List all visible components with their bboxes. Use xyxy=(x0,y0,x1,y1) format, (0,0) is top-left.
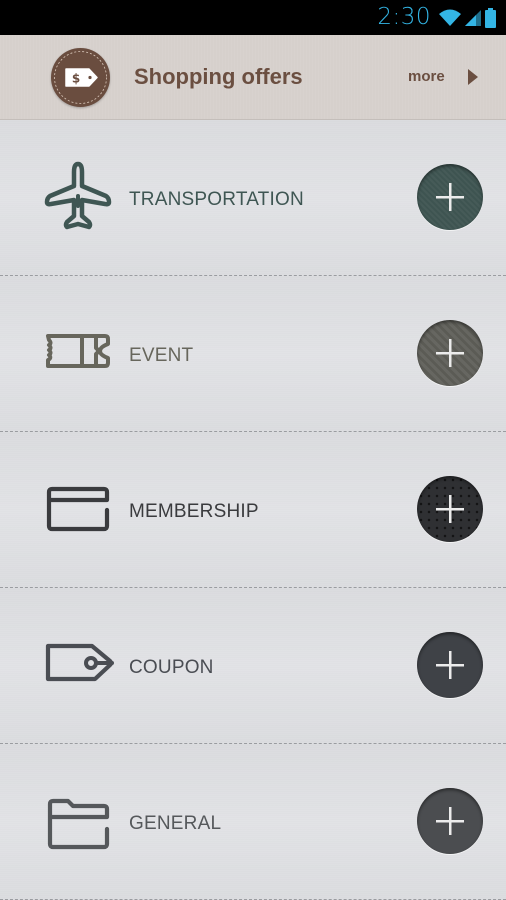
card-icon xyxy=(44,470,114,546)
coupon-tag-icon xyxy=(44,626,114,702)
category-row-event[interactable]: EVENT xyxy=(0,276,506,432)
more-link[interactable]: more xyxy=(408,67,445,87)
chevron-right-icon[interactable] xyxy=(468,69,478,85)
signal-icon xyxy=(465,9,481,27)
plus-icon xyxy=(436,651,464,679)
offers-title: Shopping offers xyxy=(134,64,303,89)
shopping-offers-bar[interactable]: $ Shopping offers more xyxy=(0,35,506,120)
category-label: EVENT xyxy=(129,345,194,366)
folder-icon xyxy=(44,782,114,858)
plus-icon xyxy=(436,807,464,835)
plus-icon xyxy=(436,183,464,211)
category-label: MEMBERSHIP xyxy=(129,501,259,522)
category-row-general[interactable]: GENERAL xyxy=(0,744,506,900)
svg-text:$: $ xyxy=(72,72,80,86)
plus-icon xyxy=(436,339,464,367)
status-bar: 2:30 xyxy=(0,0,506,35)
status-time: 2:30 xyxy=(377,4,431,30)
add-membership-button[interactable] xyxy=(417,476,483,542)
add-general-button[interactable] xyxy=(417,788,483,854)
category-list: TRANSPORTATION EVENT MEMBERSHIP COUPON G… xyxy=(0,120,506,900)
battery-icon xyxy=(485,7,496,28)
category-label: TRANSPORTATION xyxy=(129,189,304,210)
category-row-coupon[interactable]: COUPON xyxy=(0,588,506,744)
offers-badge: $ xyxy=(51,48,110,107)
plus-icon xyxy=(436,495,464,523)
ticket-icon xyxy=(44,314,114,390)
airplane-icon xyxy=(44,158,114,234)
wifi-icon xyxy=(439,9,461,27)
category-row-transportation[interactable]: TRANSPORTATION xyxy=(0,120,506,276)
category-row-membership[interactable]: MEMBERSHIP xyxy=(0,432,506,588)
add-coupon-button[interactable] xyxy=(417,632,483,698)
add-transportation-button[interactable] xyxy=(417,164,483,230)
category-label: COUPON xyxy=(129,657,214,678)
add-event-button[interactable] xyxy=(417,320,483,386)
category-label: GENERAL xyxy=(129,813,222,834)
price-tag-icon: $ xyxy=(54,51,107,104)
